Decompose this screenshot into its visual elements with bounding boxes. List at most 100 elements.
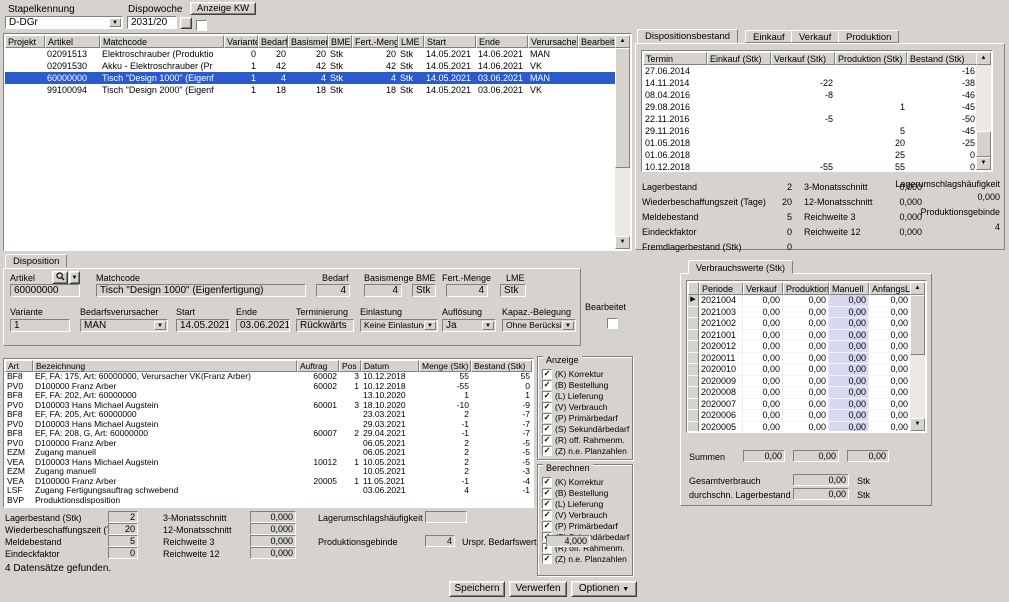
checkbox-checked-icon[interactable]: ✓ <box>542 380 552 390</box>
checkbox-checked-icon[interactable]: ✓ <box>542 369 552 379</box>
table-row[interactable]: BVPProduktionsdisposition <box>5 496 532 506</box>
table-row[interactable]: 10.12.2018-55550 <box>643 161 976 170</box>
checkbox-option[interactable]: ✓(R) off. Rahmenm. <box>542 434 629 445</box>
table-row[interactable]: 22.11.2016-5-50 <box>643 113 976 125</box>
table-row[interactable]: EZMZugang manuell06.05.20212-5 <box>5 448 532 458</box>
checkbox-option[interactable]: ✓(V) Verbrauch <box>542 401 629 412</box>
table-row[interactable]: PV0D100003 Hans Michael Augstein60001318… <box>5 401 532 411</box>
table-row[interactable]: 20210010,000,000,000,00 <box>688 330 910 342</box>
vertical-scrollbar[interactable]: ▲ ▼ <box>976 52 991 170</box>
checkbox-checked-icon[interactable]: ✓ <box>542 554 552 564</box>
table-row[interactable]: 08.04.2016-8-46 <box>643 89 976 101</box>
anzeige-kw-button[interactable]: Anzeige KW <box>190 2 256 15</box>
artikel-field[interactable]: 60000000 <box>10 284 80 297</box>
table-row[interactable]: PV0D100000 Franz Arber06.05.20212-5 <box>5 439 532 449</box>
basismenge-field[interactable]: 4 <box>364 284 402 297</box>
checkbox-option[interactable]: ✓(K) Korrektur <box>542 476 629 487</box>
start-field[interactable]: 14.05.2021 <box>176 319 230 332</box>
checkbox-option[interactable]: ✓(V) Verbrauch <box>542 509 629 520</box>
column-header[interactable]: Basismenge <box>288 35 328 48</box>
checkbox-checked-icon[interactable]: ✓ <box>542 413 552 423</box>
table-row[interactable]: VEAD100000 Franz Arber20005111.05.2021-1… <box>5 477 532 487</box>
vertical-scrollbar[interactable]: ▲ ▼ <box>910 282 925 431</box>
matchcode-field[interactable]: Tisch "Design 1000" (Eigenfertigung) <box>96 284 306 297</box>
checkbox-checked-icon[interactable]: ✓ <box>542 488 552 498</box>
table-row[interactable]: 01.06.2018250 <box>643 149 976 161</box>
table-row[interactable]: 20210030,000,000,000,00 <box>688 307 910 319</box>
bedarfsverursacher-select[interactable]: MAN ▼ <box>80 319 168 332</box>
table-row[interactable]: 99100094Tisch "Design 2000" (Eigenf11818… <box>5 84 615 96</box>
scroll-up-icon[interactable]: ▲ <box>615 35 630 48</box>
checkbox-checked-icon[interactable]: ✓ <box>542 477 552 487</box>
table-row[interactable]: 20200120,000,000,000,00 <box>688 341 910 353</box>
column-header[interactable]: Periode <box>699 282 743 295</box>
checkbox-option[interactable]: ✓(B) Bestellung <box>542 487 629 498</box>
scroll-down-icon[interactable]: ▼ <box>976 157 991 170</box>
bme-field[interactable]: Stk <box>412 284 436 297</box>
checkbox-option[interactable]: ✓(S) Sekundärbedarf <box>542 423 629 434</box>
scrollbar-thumb[interactable] <box>976 131 991 157</box>
column-header[interactable]: Termin <box>643 52 707 65</box>
stapelkennung-select[interactable]: D-DGr ▼ <box>5 16 123 29</box>
aufloesung-select[interactable]: Ja ▼ <box>442 319 496 332</box>
column-header[interactable]: BME <box>328 35 352 48</box>
checkbox-option[interactable]: ✓(L) Lieferung <box>542 390 629 401</box>
artikel-search-button[interactable] <box>52 271 68 284</box>
dispowoche-browse-button[interactable] <box>180 17 192 29</box>
table-row[interactable]: BF8EF, FA: 202, Art: 6000000013.10.20201… <box>5 391 532 401</box>
column-header[interactable]: Bezeichnung <box>33 360 297 372</box>
einlastung-select[interactable]: Keine Einlastung ▼ <box>360 319 438 332</box>
checkbox-option[interactable]: ✓(P) Primärbedarf <box>542 412 629 423</box>
column-header[interactable]: Fert.-Menge <box>352 35 398 48</box>
chevron-down-icon[interactable]: ▼ <box>109 18 121 27</box>
table-row[interactable]: PV0D100003 Hans Michael Augstein29.03.20… <box>5 420 532 430</box>
column-header[interactable]: Menge (Stk) <box>419 360 471 372</box>
table-row[interactable]: 20200070,000,000,000,00 <box>688 399 910 411</box>
speichern-button[interactable]: Speichern <box>449 581 505 597</box>
column-header[interactable]: Verkauf <box>743 282 783 295</box>
table-row[interactable]: VEAD100003 Hans Michael Augstein10012110… <box>5 458 532 468</box>
table-row[interactable]: 29.08.20161-45 <box>643 101 976 113</box>
checkbox-checked-icon[interactable]: ✓ <box>542 510 552 520</box>
table-row[interactable]: 14.11.2014-22-38 <box>643 77 976 89</box>
variante-field[interactable]: 1 <box>10 319 70 332</box>
checkbox-checked-icon[interactable]: ✓ <box>542 435 552 445</box>
column-header[interactable]: Bestand (Stk) <box>907 52 976 65</box>
bearbeitet-checkbox[interactable] <box>607 318 618 329</box>
table-row[interactable]: 20200050,000,000,000,00 <box>688 422 910 432</box>
tab-einkauf[interactable]: Einkauf <box>745 30 793 43</box>
checkbox-checked-icon[interactable]: ✓ <box>542 446 552 456</box>
dispowoche-input[interactable]: 2031/20 <box>127 16 177 29</box>
table-row[interactable]: 60000000Tisch "Design 1000" (Eigenf144St… <box>5 72 615 84</box>
chevron-down-icon[interactable]: ▼ <box>154 321 166 330</box>
column-header[interactable]: Bestand (Stk) <box>471 360 532 372</box>
lme-field[interactable]: Stk <box>500 284 526 297</box>
chevron-down-icon[interactable]: ▼ <box>482 321 494 330</box>
table-row[interactable]: 20210020,000,000,000,00 <box>688 318 910 330</box>
artikel-dropdown-button[interactable]: ▼ <box>69 271 80 284</box>
fertmenge-field[interactable]: 4 <box>446 284 488 297</box>
checkbox-option[interactable]: ✓(L) Lieferung <box>542 498 629 509</box>
chevron-down-icon[interactable]: ▼ <box>424 321 436 330</box>
checkbox-checked-icon[interactable]: ✓ <box>542 499 552 509</box>
tab-produktion[interactable]: Produktion <box>838 30 899 43</box>
column-header[interactable]: Bedarf <box>258 35 288 48</box>
table-row[interactable]: BF8EF, FA: 208, G, Art: 6000000060007229… <box>5 429 532 439</box>
table-row[interactable]: 20200110,000,000,000,00 <box>688 353 910 365</box>
table-row[interactable]: 20200080,000,000,000,00 <box>688 387 910 399</box>
table-row[interactable]: 02091530Akku - Elektroschrauber (Pr14242… <box>5 60 615 72</box>
checkbox-checked-icon[interactable]: ✓ <box>542 521 552 531</box>
table-row[interactable]: 29.11.20165-45 <box>643 125 976 137</box>
column-header[interactable]: Art <box>5 360 33 372</box>
tab-dispositionsbestand[interactable]: Dispositionsbestand <box>637 29 738 43</box>
column-header[interactable]: Datum <box>361 360 419 372</box>
scroll-down-icon[interactable]: ▼ <box>910 418 925 431</box>
checkbox-option[interactable]: ✓(B) Bestellung <box>542 379 629 390</box>
vertical-scrollbar[interactable]: ▲ ▼ <box>615 35 630 249</box>
table-row[interactable]: 27.06.2014-16 <box>643 65 976 77</box>
column-header[interactable]: AnfangsLB <box>869 282 910 295</box>
column-header[interactable]: Manuell <box>829 282 869 295</box>
table-row[interactable]: 20200090,000,000,000,00 <box>688 376 910 388</box>
tab-verkauf[interactable]: Verkauf <box>791 30 839 43</box>
scroll-up-icon[interactable]: ▲ <box>910 282 925 295</box>
